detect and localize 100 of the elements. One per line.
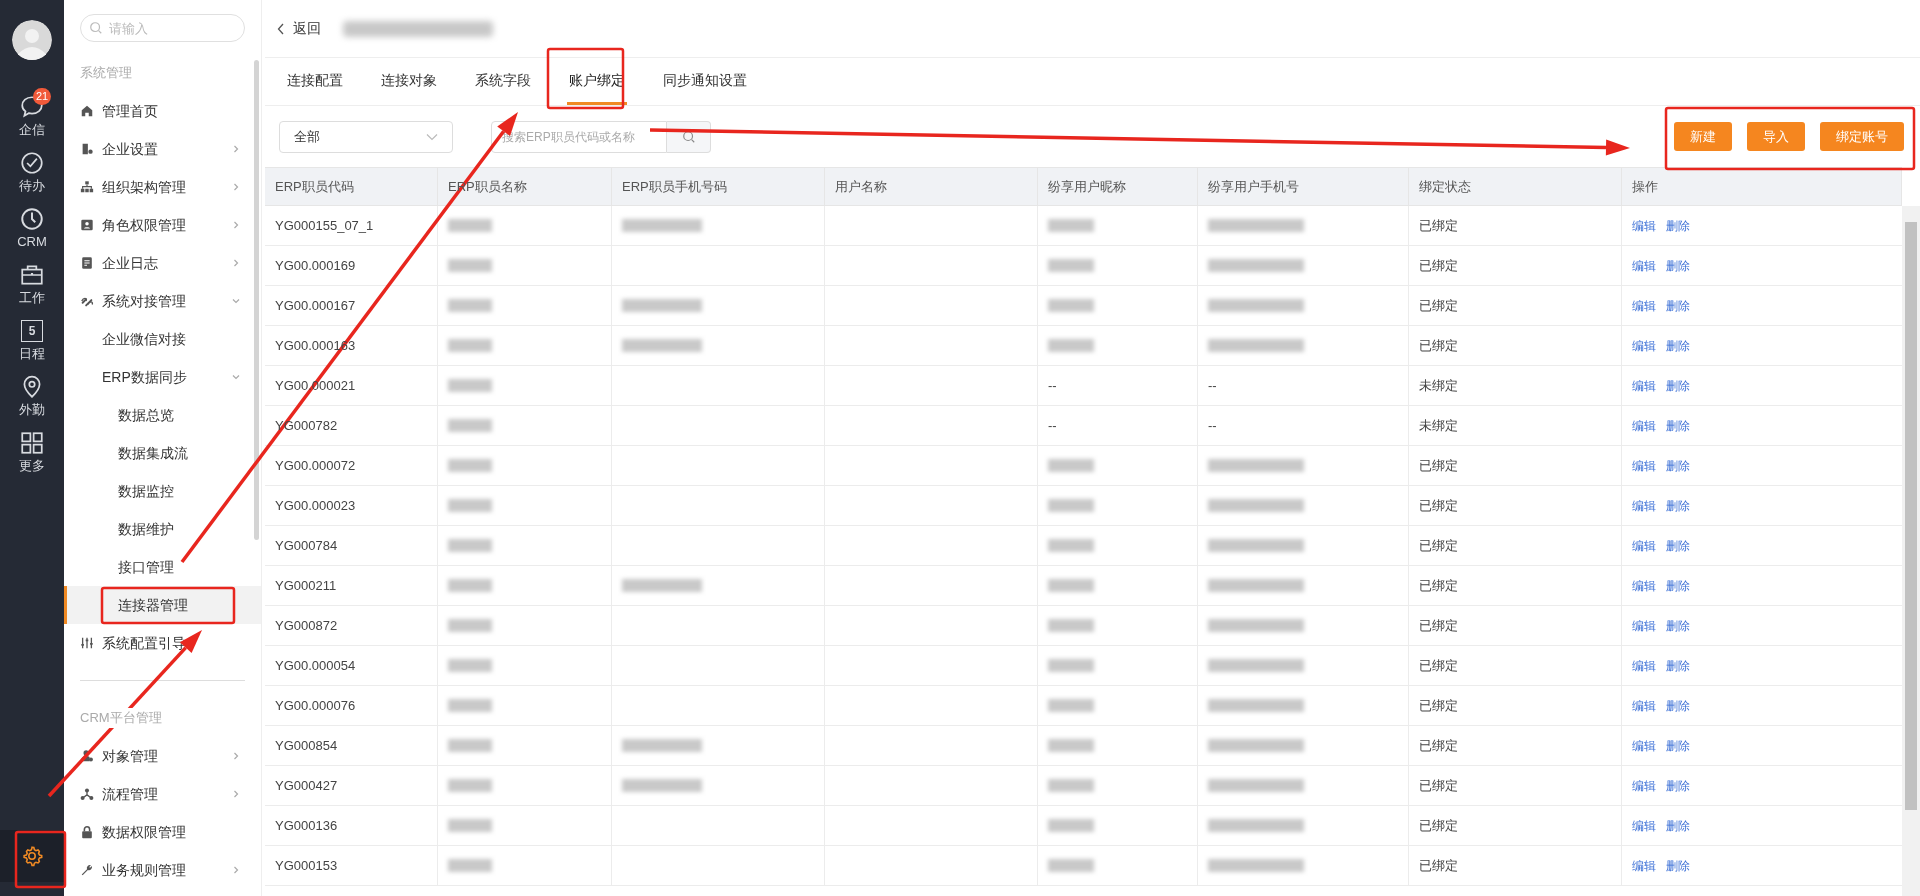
action-link[interactable]: 编辑 bbox=[1632, 296, 1656, 315]
column-header: ERP职员手机号码 bbox=[622, 177, 727, 196]
tab[interactable]: 连接对象 bbox=[379, 58, 439, 105]
table-cell-text: 已绑定 bbox=[1419, 296, 1458, 315]
redacted-mark bbox=[1048, 619, 1094, 632]
sidebar-item[interactable]: 系统配置引导 bbox=[64, 624, 261, 662]
sidebar-item[interactable]: 角色权限管理 bbox=[64, 206, 261, 244]
nav-label[interactable]: CRM bbox=[17, 234, 47, 250]
action-link[interactable]: 编辑 bbox=[1632, 216, 1656, 235]
tab[interactable]: 同步通知设置 bbox=[661, 58, 749, 105]
select-dropdown[interactable]: 全部 bbox=[279, 120, 453, 153]
action-link[interactable]: 删除 bbox=[1666, 456, 1690, 475]
home-icon bbox=[80, 104, 94, 118]
sidebar-item[interactable]: 数据集成流 bbox=[64, 434, 261, 472]
action-link[interactable]: 删除 bbox=[1666, 336, 1690, 355]
action-link[interactable]: 删除 bbox=[1666, 736, 1690, 755]
sidebar-item[interactable]: 数据总览 bbox=[64, 396, 261, 434]
chevron-left-icon bbox=[277, 22, 285, 35]
sidebar-item[interactable]: 数据权限管理 bbox=[64, 813, 261, 851]
redacted-mark bbox=[448, 499, 492, 512]
action-link[interactable]: 编辑 bbox=[1632, 376, 1656, 395]
document-icon bbox=[80, 256, 94, 270]
sidebar-item[interactable]: 企业设置 bbox=[64, 130, 261, 168]
nav-label[interactable]: 企信 bbox=[19, 122, 45, 138]
action-link[interactable]: 删除 bbox=[1666, 296, 1690, 315]
action-link[interactable]: 编辑 bbox=[1632, 416, 1656, 435]
action-link[interactable]: 编辑 bbox=[1632, 816, 1656, 835]
action-link[interactable]: 编辑 bbox=[1632, 496, 1656, 515]
sidebar-item[interactable]: 对象管理 bbox=[64, 737, 261, 775]
nav-label[interactable]: 外勤 bbox=[19, 402, 45, 418]
column-header: 操作 bbox=[1632, 177, 1658, 196]
action-link[interactable]: 编辑 bbox=[1632, 616, 1656, 635]
sidebar-item[interactable]: 管理首页 bbox=[64, 92, 261, 130]
action-link[interactable]: 删除 bbox=[1666, 616, 1690, 635]
action-link[interactable]: 删除 bbox=[1666, 576, 1690, 595]
back-link[interactable]: 返回 bbox=[277, 18, 321, 39]
action-link[interactable]: 删除 bbox=[1666, 376, 1690, 395]
action-link[interactable]: 编辑 bbox=[1632, 656, 1656, 675]
nav-label[interactable]: 工作 bbox=[19, 290, 45, 306]
action-link[interactable]: 编辑 bbox=[1632, 336, 1656, 355]
nav-label[interactable]: 待办 bbox=[19, 178, 45, 194]
tab[interactable]: 系统字段 bbox=[473, 58, 533, 105]
scrollbar[interactable] bbox=[1902, 206, 1920, 896]
redacted-mark bbox=[448, 659, 492, 672]
settings-icon[interactable] bbox=[21, 845, 43, 867]
column-header: 绑定状态 bbox=[1419, 177, 1471, 196]
action-link[interactable]: 编辑 bbox=[1632, 576, 1656, 595]
redacted-mark bbox=[448, 619, 492, 632]
sidebar-item[interactable]: 连接器管理 bbox=[64, 586, 261, 624]
action-link[interactable]: 编辑 bbox=[1632, 256, 1656, 275]
nav-label[interactable]: 日程 bbox=[19, 346, 45, 362]
action-link[interactable]: 删除 bbox=[1666, 536, 1690, 555]
avatar[interactable] bbox=[12, 20, 52, 60]
sidebar-item[interactable]: 流程管理 bbox=[64, 775, 261, 813]
table-cell-text: 未绑定 bbox=[1419, 416, 1458, 435]
sidebar-item[interactable]: 业务规则管理 bbox=[64, 851, 261, 889]
lock-icon bbox=[80, 825, 94, 839]
table-cell-text: YG000854 bbox=[275, 736, 338, 755]
column-header: 用户名称 bbox=[835, 177, 887, 196]
action-link[interactable]: 删除 bbox=[1666, 256, 1690, 275]
action-link[interactable]: 编辑 bbox=[1632, 776, 1656, 795]
sidebar-item[interactable]: 企业微信对接 bbox=[64, 320, 261, 358]
sidebar-item[interactable]: 组织架构管理 bbox=[64, 168, 261, 206]
sidebar-item[interactable]: 数据监控 bbox=[64, 472, 261, 510]
redacted-mark bbox=[1048, 459, 1094, 472]
search-button[interactable] bbox=[667, 120, 711, 153]
action-link[interactable]: 编辑 bbox=[1632, 856, 1656, 875]
table-cell-text: 已绑定 bbox=[1419, 216, 1458, 235]
sidebar-item[interactable]: 系统对接管理 bbox=[64, 282, 261, 320]
redacted-mark bbox=[448, 339, 492, 352]
table-cell-text: 已绑定 bbox=[1419, 776, 1458, 795]
action-link[interactable]: 编辑 bbox=[1632, 456, 1656, 475]
tab[interactable]: 连接配置 bbox=[285, 58, 345, 105]
redacted-mark bbox=[1048, 779, 1094, 792]
search-field[interactable]: 请输入 bbox=[80, 14, 245, 42]
sidebar-item[interactable]: 接口管理 bbox=[64, 548, 261, 586]
building-gear-icon bbox=[80, 142, 94, 156]
action-link[interactable]: 删除 bbox=[1666, 496, 1690, 515]
redacted-mark bbox=[448, 419, 492, 432]
sidebar-item[interactable]: 数据维护 bbox=[64, 510, 261, 548]
sidebar-item[interactable]: 企业日志 bbox=[64, 244, 261, 282]
nav-label[interactable]: 更多 bbox=[19, 458, 45, 474]
scrollbar-thumb[interactable] bbox=[1905, 222, 1917, 810]
table-cell-text: YG000155_07_1 bbox=[275, 216, 374, 235]
action-link[interactable]: 删除 bbox=[1666, 816, 1690, 835]
action-link[interactable]: 删除 bbox=[1666, 776, 1690, 795]
sidebar-item[interactable]: ERP数据同步 bbox=[64, 358, 261, 396]
scrollbar-thumb[interactable] bbox=[254, 60, 259, 540]
redacted-mark bbox=[1048, 739, 1094, 752]
action-link[interactable]: 编辑 bbox=[1632, 736, 1656, 755]
table-cell-text: 已绑定 bbox=[1419, 496, 1458, 515]
action-link[interactable]: 删除 bbox=[1666, 216, 1690, 235]
action-link[interactable]: 编辑 bbox=[1632, 536, 1656, 555]
action-link[interactable]: 删除 bbox=[1666, 696, 1690, 715]
action-link[interactable]: 删除 bbox=[1666, 416, 1690, 435]
action-link[interactable]: 编辑 bbox=[1632, 696, 1656, 715]
action-link[interactable]: 删除 bbox=[1666, 656, 1690, 675]
table-cell-text: 已绑定 bbox=[1419, 736, 1458, 755]
table-cell-text: 已绑定 bbox=[1419, 656, 1458, 675]
action-link[interactable]: 删除 bbox=[1666, 856, 1690, 875]
